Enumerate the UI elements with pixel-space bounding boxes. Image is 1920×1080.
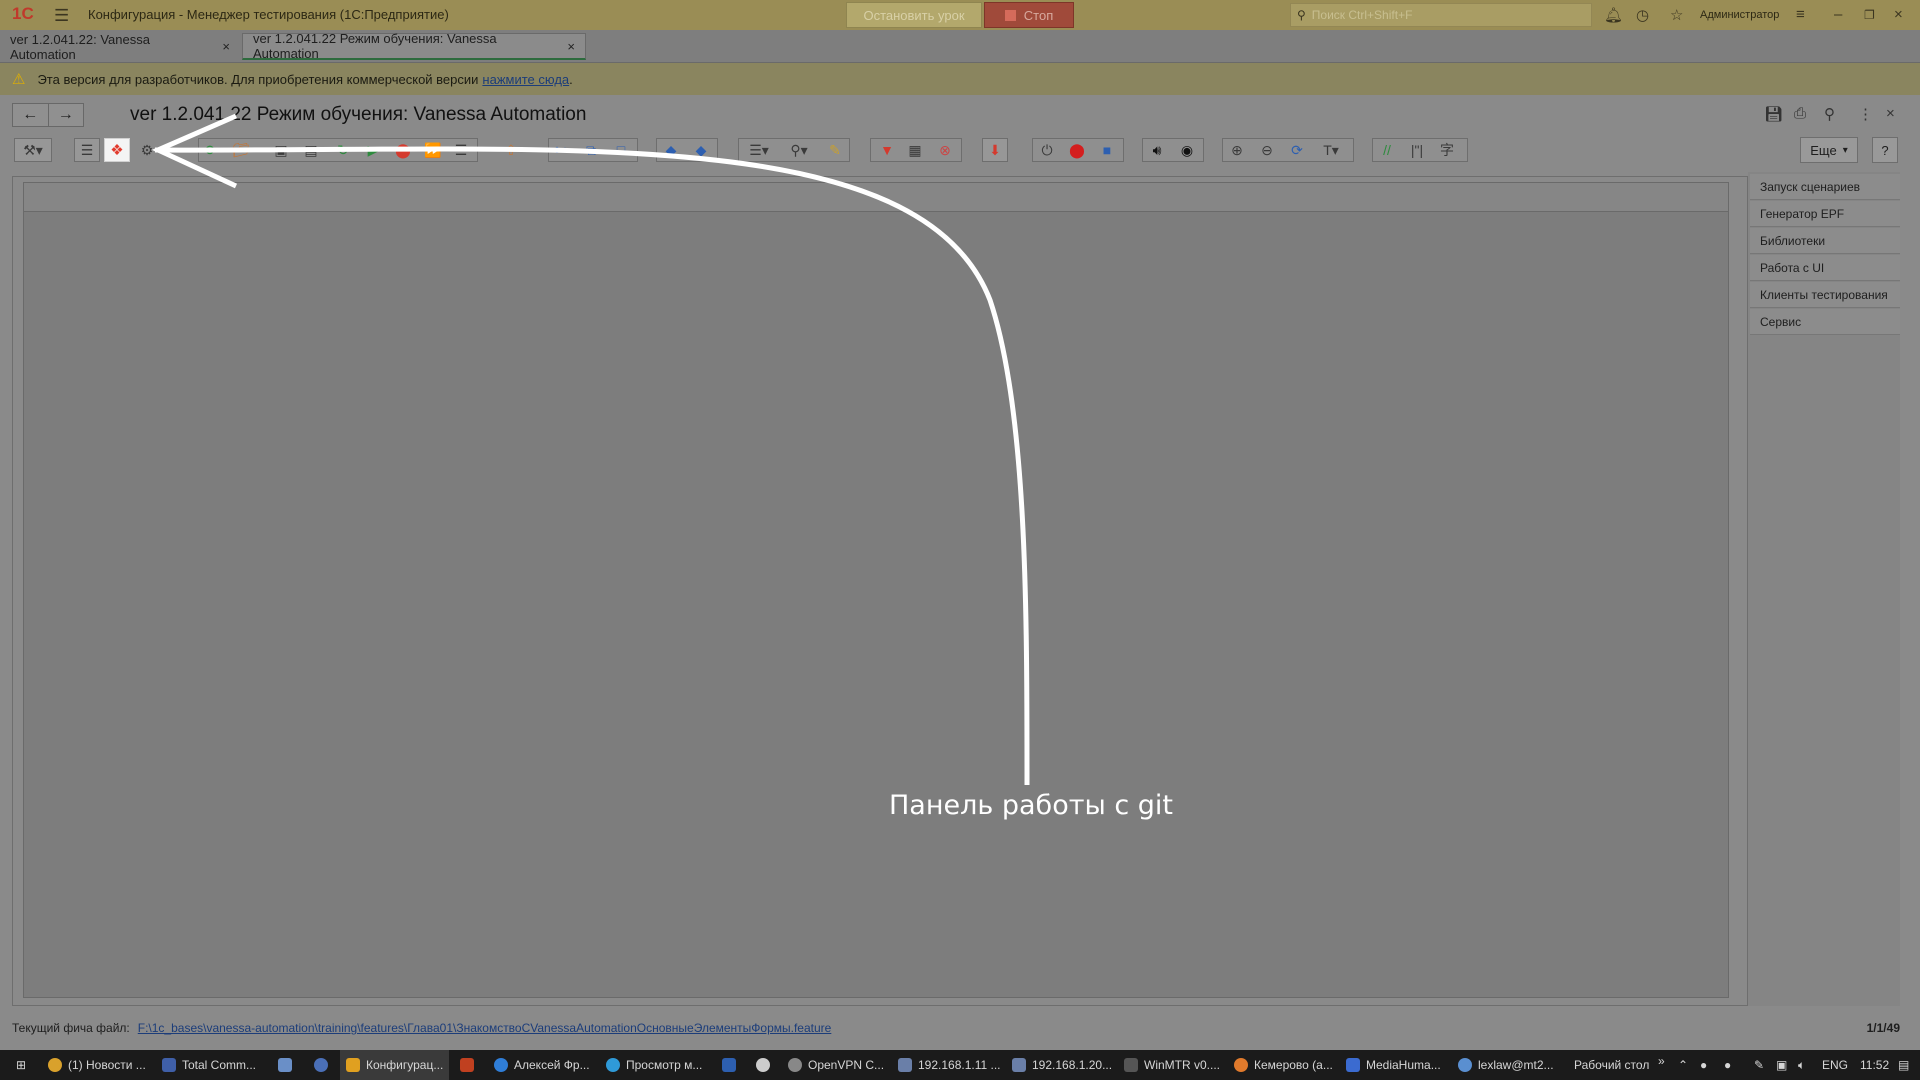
taskbar-item-rdp-1[interactable]: 192.168.1.11 ... [892,1050,1007,1080]
taskbar-item-label: 192.168.1.11 ... [918,1058,1001,1072]
annotation-arrow [151,113,1030,786]
toolbar-expand-icon[interactable]: » [1658,1054,1665,1068]
windows-taskbar: ⊞ (1) Новости ... Total Comm... Конфигур… [0,1050,1920,1080]
desktop-toolbar-label[interactable]: Рабочий стол [1574,1058,1649,1072]
winmtr-icon [1124,1058,1138,1072]
taskbar-item-label: OpenVPN C... [808,1058,885,1072]
mail-icon [1458,1058,1472,1072]
taskbar-item-pin-1[interactable] [272,1050,298,1080]
taskbar-item-label: Кемерово (а... [1254,1058,1333,1072]
1c-icon [346,1058,360,1072]
input-language[interactable]: ENG [1822,1058,1848,1072]
taskbar-item-label: (1) Новости ... [68,1058,146,1072]
browser-icon [1234,1058,1248,1072]
taskbar-item-lexlaw[interactable]: lexlaw@mt2... [1452,1050,1560,1080]
clock[interactable]: 11:52 [1860,1058,1889,1072]
openvpn-icon [788,1058,802,1072]
chrome-icon [48,1058,62,1072]
taskbar-item-label: lexlaw@mt2... [1478,1058,1554,1072]
taskbar-item-pin-4[interactable] [716,1050,742,1080]
taskbar-item-viewer[interactable]: Просмотр м... [600,1050,708,1080]
remote-desktop-icon [898,1058,912,1072]
taskbar-item-pin-3[interactable] [454,1050,480,1080]
taskbar-item-total-commander[interactable]: Total Comm... [156,1050,262,1080]
remote-desktop-icon [1012,1058,1026,1072]
taskbar-item-label: 192.168.1.20... [1032,1058,1113,1072]
taskbar-item-label: MediaHuma... [1366,1058,1441,1072]
app-icon [756,1058,770,1072]
taskbar-item-rdp-2[interactable]: 192.168.1.20... [1006,1050,1118,1080]
taskbar-item-pin-2[interactable] [308,1050,334,1080]
taskbar-item-kemerovo[interactable]: Кемерово (а... [1228,1050,1339,1080]
feature-file-path-link[interactable]: F:\1c_bases\vanessa-automation\training\… [138,1021,832,1035]
taskbar-item-mediahuman[interactable]: MediaHuma... [1340,1050,1447,1080]
taskbar-item-news[interactable]: (1) Новости ... [42,1050,152,1080]
taskbar-item-label: Total Comm... [182,1058,257,1072]
taskbar-item-openvpn[interactable]: OpenVPN C... [782,1050,890,1080]
taskbar-item-pin-5[interactable] [750,1050,776,1080]
step-counter: 1/1/49 [1866,1021,1900,1035]
skype-icon [494,1058,508,1072]
taskbar-item-label: Конфигурац... [366,1058,444,1072]
total-commander-icon [162,1058,176,1072]
status-line: Текущий фича файл: F:\1c_bases\vanessa-a… [0,1016,1920,1040]
taskbar-item-label: WinMTR v0.... [1144,1058,1221,1072]
network-icon[interactable]: ▣ [1776,1058,1787,1072]
windows-start-icon[interactable]: ⊞ [4,1050,38,1080]
tray-expand-icon[interactable]: ⌃ [1678,1058,1688,1072]
notifications-icon[interactable]: ▤ [1898,1058,1909,1072]
current-feature-label: Текущий фича файл: [12,1021,130,1035]
app-icon [278,1058,292,1072]
taskbar-item-label: Алексей Фр... [514,1058,590,1072]
app-icon [722,1058,736,1072]
mediahuman-icon [1346,1058,1360,1072]
taskbar-item-configuration[interactable]: Конфигурац... [340,1050,450,1080]
app-icon [314,1058,328,1072]
annotation-arrow-curve [154,146,1030,786]
tray-app-icon[interactable]: ● [1700,1058,1707,1072]
taskbar-item-winmtr[interactable]: WinMTR v0.... [1118,1050,1226,1080]
telegram-icon [606,1058,620,1072]
app-icon [460,1058,474,1072]
pen-icon[interactable]: ✎ [1754,1058,1764,1072]
taskbar-item-aleksey[interactable]: Алексей Фр... [488,1050,596,1080]
annotation-label: Панель работы с git [889,790,1174,821]
taskbar-item-label: Просмотр м... [626,1058,703,1072]
volume-icon[interactable]: 🔈︎ [1798,1058,1805,1073]
tray-app-icon[interactable]: ● [1724,1058,1731,1072]
